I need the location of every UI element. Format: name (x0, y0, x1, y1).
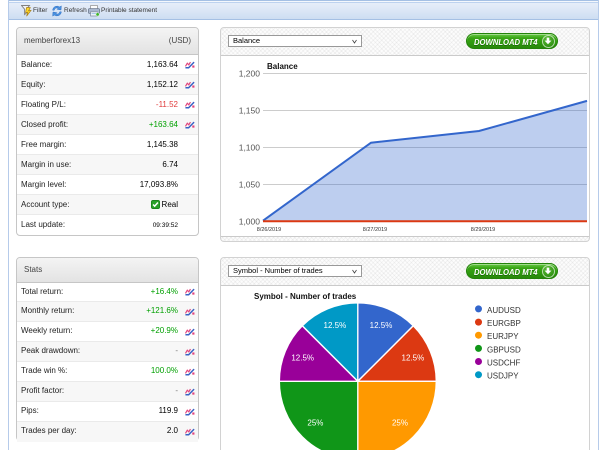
svg-text:8/27/2019: 8/27/2019 (363, 227, 387, 233)
svg-text:25%: 25% (307, 419, 323, 428)
svg-text:1,100: 1,100 (239, 143, 261, 153)
svg-text:1,200: 1,200 (239, 69, 261, 79)
svg-text:8/29/2019: 8/29/2019 (471, 227, 495, 233)
svg-text:AUDUSD: AUDUSD (487, 306, 521, 315)
svg-text:USDCHF: USDCHF (487, 359, 520, 368)
svg-text:8/26/2019: 8/26/2019 (257, 227, 281, 233)
svg-text:12.5%: 12.5% (291, 354, 314, 363)
svg-text:1,000: 1,000 (239, 217, 261, 227)
svg-text:USDJPY: USDJPY (487, 372, 519, 381)
svg-text:12.5%: 12.5% (324, 321, 347, 330)
svg-text:EURGBP: EURGBP (487, 319, 521, 328)
svg-text:25%: 25% (392, 419, 408, 428)
svg-text:1,050: 1,050 (239, 180, 261, 190)
svg-text:12.5%: 12.5% (402, 354, 425, 363)
svg-text:EURJPY: EURJPY (487, 332, 519, 341)
svg-text:1,150: 1,150 (239, 106, 261, 116)
svg-text:12.5%: 12.5% (370, 321, 393, 330)
svg-text:Symbol - Number of trades: Symbol - Number of trades (254, 292, 357, 301)
svg-text:GBPUSD: GBPUSD (487, 345, 521, 354)
svg-text:Balance: Balance (267, 62, 298, 71)
